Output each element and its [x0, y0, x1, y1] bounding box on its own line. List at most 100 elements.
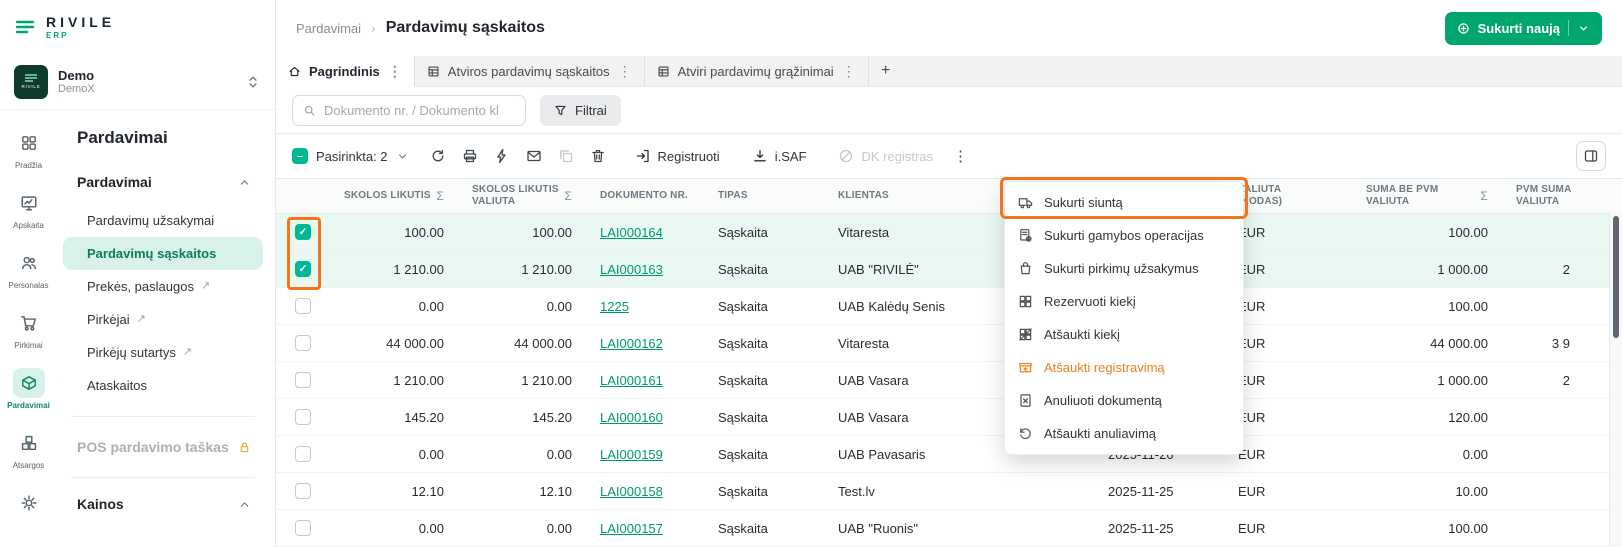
sidebar-nav-item[interactable]: Ataskaitos ↗ [63, 369, 263, 402]
rail-item-partial[interactable] [0, 484, 57, 522]
company-code: DemoX [58, 83, 95, 95]
tab-atviros-saskaitos[interactable]: Atviros pardavimų sąskaitos ⋮ [415, 56, 645, 86]
table-row[interactable]: ✓ 0.00 0.00 LAI000159 Sąskaita UAB Pavas… [276, 436, 1622, 473]
send-email-button[interactable] [519, 141, 549, 171]
column-settings-button[interactable] [1576, 141, 1606, 171]
select-all-checkbox[interactable]: – [292, 148, 308, 164]
nav-section-pardavimai[interactable]: Pardavimai [63, 170, 263, 204]
divider [71, 416, 255, 417]
search-input[interactable] [324, 103, 515, 118]
nav-section-kainos[interactable]: Kainos [63, 492, 263, 526]
row-checkbox[interactable]: ✓ [295, 446, 311, 462]
col-skolos-likutis[interactable]: SKOLOS LIKUTISΣ [330, 179, 458, 214]
menu-item-atsaukti-registravima[interactable]: Atšaukti registravimą [1005, 351, 1243, 384]
row-checkbox[interactable]: ✓ [295, 372, 311, 388]
selected-count-label: Pasirinkta: 2 [316, 149, 388, 164]
menu-item-label: Atšaukti kiekį [1044, 327, 1120, 342]
menu-item-atsaukti-anuliavima[interactable]: Atšaukti anuliavimą [1005, 417, 1243, 450]
isaf-export-button[interactable]: i.SAF [742, 141, 817, 171]
menu-item-pirkimu-uzsakymus[interactable]: Sukurti pirkimų užsakymus [1005, 252, 1243, 285]
rail-item-atsargos[interactable]: Atsargos [0, 424, 57, 474]
tab-pagrindinis[interactable]: Pagrindinis ⋮ [276, 56, 415, 87]
row-checkbox[interactable]: ✓ [295, 520, 311, 536]
menu-item-anuliuoti-dokumenta[interactable]: Anuliuoti dokumentą [1005, 384, 1243, 417]
menu-item-gamybos-operacijas[interactable]: Sukurti gamybos operacijas [1005, 219, 1243, 252]
col-skolos-likutis-valiuta[interactable]: SKOLOS LIKUTIS VALIUTAΣ [458, 179, 586, 214]
document-link[interactable]: LAI000160 [600, 410, 663, 425]
tab-menu-icon[interactable]: ⋮ [618, 64, 632, 78]
cell-tipas: Sąskaita [704, 399, 824, 436]
refresh-button[interactable] [423, 141, 453, 171]
menu-item-sukurti-siunta[interactable]: Sukurti siuntą [1005, 186, 1243, 219]
tab-atviri-grazinimai[interactable]: Atviri pardavimų grąžinimai ⋮ [645, 56, 869, 86]
col-suma-be-pvm[interactable]: SUMA BE PVM VALIUTAΣ [1352, 179, 1502, 214]
cell-data: 2025-11-25 [1094, 510, 1224, 547]
document-link[interactable]: LAI000163 [600, 262, 663, 277]
add-tab-button[interactable]: + [869, 56, 903, 86]
selection-chip[interactable]: – Pasirinkta: 2 [292, 148, 409, 164]
table-row[interactable]: ✓ 100.00 100.00 LAI000164 Sąskaita Vitar… [276, 214, 1622, 251]
sidebar-nav-item[interactable]: Pirkėjų sutartys ↗ [63, 336, 263, 369]
company-switcher-caret-icon[interactable] [245, 74, 261, 90]
sum-icon[interactable]: Σ [1480, 189, 1488, 204]
row-checkbox[interactable]: ✓ [295, 261, 311, 277]
document-link[interactable]: LAI000164 [600, 225, 663, 240]
document-link[interactable]: LAI000157 [600, 521, 663, 536]
rail-item-pirkimai[interactable]: Pirkimai [0, 304, 57, 354]
document-link[interactable]: LAI000158 [600, 484, 663, 499]
menu-item-rezervuoti-kieki[interactable]: Rezervuoti kiekį [1005, 285, 1243, 318]
nav-panel: Pardavimai Pardavimai Pardavimų užsakyma… [57, 110, 275, 547]
create-new-button[interactable]: Sukurti naują [1445, 12, 1602, 45]
sidebar-nav-item[interactable]: Pirkėjai ↗ [63, 303, 263, 336]
document-link[interactable]: LAI000161 [600, 373, 663, 388]
tab-menu-icon[interactable]: ⋮ [842, 64, 856, 78]
nav-item-pos-locked[interactable]: POS pardavimo taškas [63, 431, 263, 463]
table-row[interactable]: ✓ 12.10 12.10 LAI000158 Sąskaita Test.lv… [276, 473, 1622, 510]
sidebar-nav-item[interactable]: Pardavimų užsakymai ↗ [63, 204, 263, 237]
copy-button[interactable] [551, 141, 581, 171]
document-link[interactable]: LAI000159 [600, 447, 663, 462]
table-row[interactable]: ✓ 145.20 145.20 LAI000160 Sąskaita UAB V… [276, 399, 1622, 436]
toolbar-more-icon[interactable]: ⋮ [953, 149, 968, 164]
row-checkbox[interactable]: ✓ [295, 409, 311, 425]
cell-tipas: Sąskaita [704, 362, 824, 399]
hamburger-menu-icon[interactable] [14, 16, 36, 38]
table-row[interactable]: ✓ 1 210.00 1 210.00 LAI000161 Sąskaita U… [276, 362, 1622, 399]
cell-data: 2025-11-25 [1094, 473, 1224, 510]
breadcrumb-parent[interactable]: Pardavimai [296, 21, 361, 36]
rail-item-apskaita[interactable]: Apskaita [0, 184, 57, 234]
rail-item-pradzia[interactable]: Pradžia [0, 124, 57, 174]
table-row[interactable]: ✓ 1 210.00 1 210.00 LAI000163 Sąskaita U… [276, 251, 1622, 288]
vertical-scrollbar[interactable] [1609, 213, 1622, 547]
col-dokumento-nr[interactable]: DOKUMENTO NR. [586, 179, 704, 214]
print-button[interactable] [455, 141, 485, 171]
rail-item-personalas[interactable]: Personalas [0, 244, 57, 294]
row-checkbox[interactable]: ✓ [295, 224, 311, 240]
row-checkbox[interactable]: ✓ [295, 298, 311, 314]
col-pvm-suma[interactable]: PVM SUMA VALIUTA [1502, 179, 1622, 214]
company-selector[interactable]: RIVILE Demo DemoX [0, 54, 275, 110]
tab-menu-icon[interactable]: ⋮ [388, 64, 402, 78]
document-link[interactable]: 1225 [600, 299, 629, 314]
row-checkbox[interactable]: ✓ [295, 483, 311, 499]
menu-item-atsaukti-kieki[interactable]: Atšaukti kiekį [1005, 318, 1243, 351]
dk-registras-button[interactable]: DK registras [828, 141, 943, 171]
rail-item-pardavimai[interactable]: Pardavimai [0, 364, 57, 414]
sidebar-nav-item[interactable]: Pardavimų sąskaitos ↗ [63, 237, 263, 270]
delete-button[interactable] [583, 141, 613, 171]
table-row[interactable]: ✓ 0.00 0.00 LAI000157 Sąskaita UAB "Ruon… [276, 510, 1622, 547]
truck-icon [1018, 195, 1033, 210]
document-link[interactable]: LAI000162 [600, 336, 663, 351]
row-checkbox[interactable]: ✓ [295, 335, 311, 351]
scrollbar-thumb[interactable] [1613, 216, 1619, 338]
sum-icon[interactable]: Σ [564, 189, 572, 204]
table-row[interactable]: ✓ 0.00 0.00 1225 Sąskaita UAB Kalėdų Sen… [276, 288, 1622, 325]
register-button[interactable]: Registruoti [625, 141, 730, 171]
col-tipas[interactable]: TIPAS [704, 179, 824, 214]
filter-button[interactable]: Filtrai [540, 95, 621, 126]
breadcrumb-separator: › [371, 20, 376, 36]
table-row[interactable]: ✓ 44 000.00 44 000.00 LAI000162 Sąskaita… [276, 325, 1622, 362]
sidebar-nav-item[interactable]: Prekės, paslaugos ↗ [63, 270, 263, 303]
sum-icon[interactable]: Σ [436, 189, 444, 204]
quick-actions-button[interactable] [487, 141, 517, 171]
